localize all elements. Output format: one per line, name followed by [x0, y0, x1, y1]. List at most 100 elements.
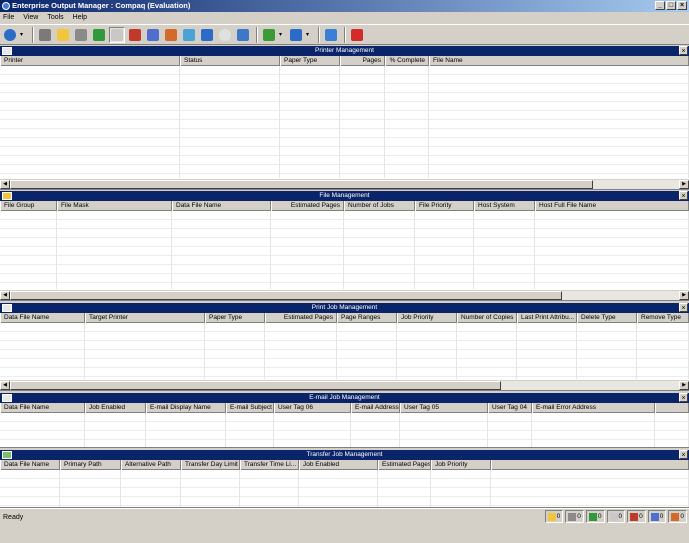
- printer-table-body[interactable]: [0, 66, 689, 178]
- column-header-host-full-file-name[interactable]: Host Full File Name: [535, 201, 689, 211]
- column-header-job-priority[interactable]: Job Priority: [431, 460, 491, 470]
- email-icon: [111, 28, 123, 41]
- transfer-button[interactable]: [127, 27, 143, 43]
- column-header-job-enabled[interactable]: Job Enabled: [299, 460, 378, 470]
- database-button[interactable]: [145, 27, 161, 43]
- column-header-estimated-pages[interactable]: Estimated Pages: [378, 460, 431, 470]
- help-book-button[interactable]: [349, 27, 365, 43]
- column-header-target-printer[interactable]: Target Printer: [85, 313, 205, 323]
- grid-column: [351, 413, 400, 447]
- scroll-left-arrow[interactable]: ◀: [0, 180, 10, 189]
- file-table-body[interactable]: [0, 211, 689, 289]
- column-header-file-group[interactable]: File Group: [0, 201, 57, 211]
- column-header-e-mail-error-address[interactable]: E-mail Error Address: [532, 403, 655, 413]
- column-header-file-name[interactable]: File Name: [429, 56, 689, 66]
- dropdown-arrow-icon[interactable]: ▾: [279, 31, 285, 38]
- column-header-estimated-pages[interactable]: Estimated Pages: [271, 201, 344, 211]
- column-header-file-priority[interactable]: File Priority: [415, 201, 474, 211]
- column-header-remove-type[interactable]: Remove Type: [637, 313, 689, 323]
- menu-help[interactable]: Help: [73, 14, 87, 21]
- column-header-primary-path[interactable]: Primary Path: [60, 460, 121, 470]
- column-header-data-file-name[interactable]: Data File Name: [0, 460, 60, 470]
- column-header-host-system[interactable]: Host System: [474, 201, 535, 211]
- menu-view[interactable]: View: [23, 14, 38, 21]
- email-table-body[interactable]: [0, 413, 689, 447]
- cube-icon: [290, 28, 302, 41]
- column-header-transfer-time-li[interactable]: Transfer Time Li...: [240, 460, 299, 470]
- panel-close-button[interactable]: ×: [679, 450, 688, 459]
- column-header-data-file-name[interactable]: Data File Name: [0, 313, 85, 323]
- scroll-right-arrow[interactable]: ▶: [679, 180, 689, 189]
- close-button[interactable]: ×: [677, 1, 687, 10]
- column-header-e-mail-subject[interactable]: E-mail Subject: [226, 403, 274, 413]
- scroll-left-arrow[interactable]: ◀: [0, 291, 10, 300]
- column-header-e-mail-address[interactable]: E-mail Address: [351, 403, 400, 413]
- column-header-printer[interactable]: Printer: [0, 56, 180, 66]
- column-header-estimated-pages[interactable]: Estimated Pages: [265, 313, 337, 323]
- column-header-user-tag-06[interactable]: User Tag 06: [274, 403, 351, 413]
- shapes-button[interactable]: [163, 27, 179, 43]
- network-button[interactable]: [181, 27, 197, 43]
- refresh-icon: [93, 28, 105, 41]
- dropdown-arrow-icon[interactable]: ▾: [306, 31, 312, 38]
- scroll-left-arrow[interactable]: ◀: [0, 381, 10, 390]
- printer-button[interactable]: [37, 27, 53, 43]
- column-header-last-print-attribu[interactable]: Last Print Attribu...: [517, 313, 577, 323]
- server-button[interactable]: [2, 27, 18, 43]
- print-job-table-body[interactable]: [0, 323, 689, 379]
- folder-icon: [547, 512, 556, 521]
- menu-tools[interactable]: Tools: [47, 14, 63, 21]
- scroll-right-arrow[interactable]: ▶: [679, 381, 689, 390]
- column-header-data-file-name[interactable]: Data File Name: [172, 201, 271, 211]
- column-header-job-enabled[interactable]: Job Enabled: [85, 403, 146, 413]
- column-header-status[interactable]: Status: [180, 56, 280, 66]
- column-header-page-ranges[interactable]: Page Ranges: [337, 313, 397, 323]
- email-button[interactable]: [109, 26, 125, 43]
- download-button[interactable]: [261, 27, 277, 43]
- group-button[interactable]: [235, 27, 251, 43]
- column-header-user-tag-04[interactable]: User Tag 04: [488, 403, 532, 413]
- monitor-button[interactable]: [323, 27, 339, 43]
- column-header-pages[interactable]: Pages: [340, 56, 385, 66]
- column-header-paper-type[interactable]: Paper Type: [280, 56, 340, 66]
- transfer-table-body[interactable]: [0, 470, 689, 507]
- grid-column: [121, 470, 181, 507]
- column-header-paper-type[interactable]: Paper Type: [205, 313, 265, 323]
- panel-close-button[interactable]: ×: [679, 303, 688, 312]
- menu-file[interactable]: File: [3, 14, 14, 21]
- panel-close-button[interactable]: ×: [679, 191, 688, 200]
- column-header-alternative-path[interactable]: Alternative Path: [121, 460, 181, 470]
- column-header-file-mask[interactable]: File Mask: [57, 201, 172, 211]
- horizontal-scrollbar[interactable]: ◀ ▶: [0, 290, 689, 300]
- panel-close-button[interactable]: ×: [679, 393, 688, 402]
- horizontal-scrollbar[interactable]: ◀ ▶: [0, 179, 689, 189]
- grid-column: [577, 323, 637, 379]
- folder-button[interactable]: [55, 27, 71, 43]
- scroll-right-arrow[interactable]: ▶: [679, 291, 689, 300]
- column-header-user-tag-05[interactable]: User Tag 05: [400, 403, 488, 413]
- cube-button[interactable]: [288, 27, 304, 43]
- scroll-thumb[interactable]: [10, 381, 501, 390]
- print-job-button[interactable]: [73, 27, 89, 43]
- box-button[interactable]: [199, 27, 215, 43]
- clock-button[interactable]: [217, 27, 233, 43]
- column-header-number-of-copies[interactable]: Number of Copies: [457, 313, 517, 323]
- download-icon: [263, 28, 275, 41]
- column-header-data-file-name[interactable]: Data File Name: [0, 403, 85, 413]
- dropdown-arrow-icon[interactable]: ▾: [20, 31, 26, 38]
- column-header-job-priority[interactable]: Job Priority: [397, 313, 457, 323]
- column-header-delete-type[interactable]: Delete Type: [577, 313, 637, 323]
- minimize-button[interactable]: _: [655, 1, 665, 10]
- refresh-button[interactable]: [91, 27, 107, 43]
- scroll-thumb[interactable]: [10, 180, 593, 189]
- panel-close-button[interactable]: ×: [679, 46, 688, 55]
- maximize-button[interactable]: □: [666, 1, 676, 10]
- print-job-icon: [2, 304, 12, 312]
- column-header-e-mail-display-name[interactable]: E-mail Display Name: [146, 403, 226, 413]
- column-header-number-of-jobs[interactable]: Number of Jobs: [344, 201, 415, 211]
- column-header-transfer-day-limit[interactable]: Transfer Day Limit: [181, 460, 240, 470]
- scroll-thumb[interactable]: [10, 291, 562, 300]
- group-icon: [237, 28, 249, 41]
- horizontal-scrollbar[interactable]: ◀ ▶: [0, 380, 689, 390]
- column-header--complete[interactable]: % Complete: [385, 56, 429, 66]
